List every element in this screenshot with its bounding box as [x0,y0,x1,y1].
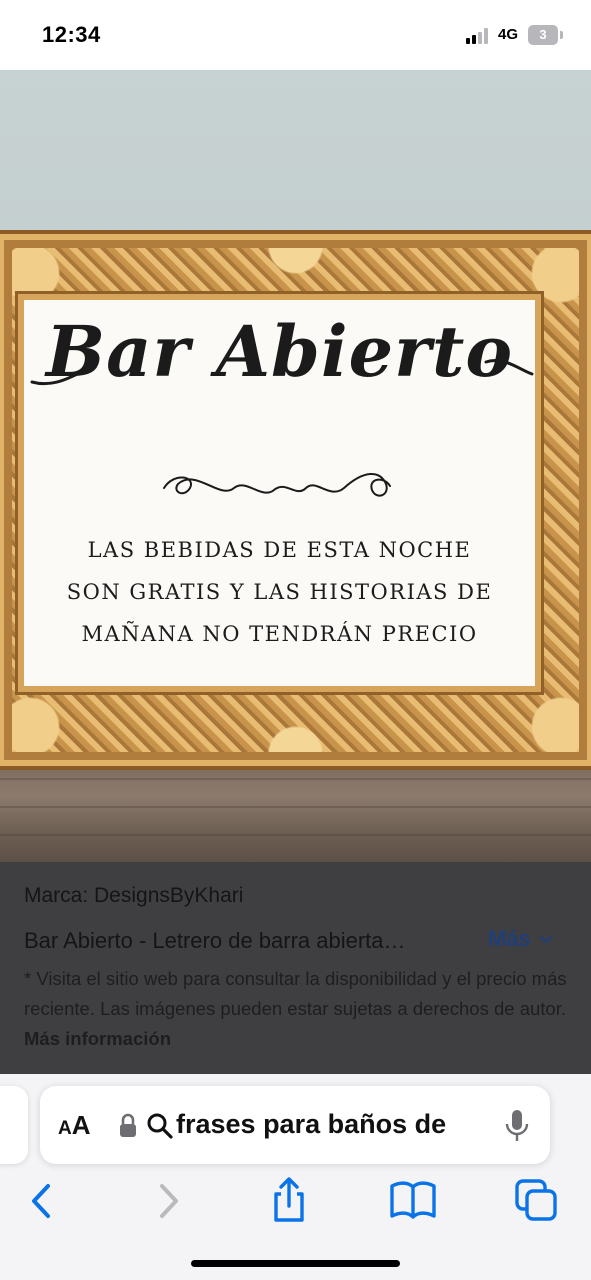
home-indicator [191,1260,400,1267]
product-title[interactable]: Bar Abierto - Letrero de barra abierta… [24,928,406,954]
previous-tab-preview[interactable] [0,1086,28,1164]
sign-line-3: MAÑANA NO TENDRÁN PRECIO [81,622,478,646]
sign-card: Bar Abierto LAS BEBIDAS DE ESTA NOCHE SO… [24,300,535,686]
wooden-table [0,760,591,862]
network-type: 4G [498,26,519,43]
disclaimer-text: * Visita el sitio web para consultar la … [24,964,572,1054]
lock-icon [120,1113,136,1137]
share-button[interactable] [262,1174,316,1228]
product-image[interactable]: Bar Abierto LAS BEBIDAS DE ESTA NOCHE SO… [0,70,591,862]
sign-line-1: LAS BEBIDAS DE ESTA NOCHE [87,538,472,562]
sign-line-2: SON GRATIS Y LAS HISTORIAS DE [66,580,493,604]
status-bar: 12:34 4G 3 [0,0,591,70]
bookmarks-button[interactable] [386,1174,440,1228]
address-bar[interactable]: AA frases para baños de [40,1086,550,1164]
status-time: 12:34 [42,22,101,47]
reader-aa-button[interactable]: AA [58,1110,91,1141]
brand-label: Marca: DesignsByKhari [24,884,244,907]
more-link[interactable]: Más [488,926,553,952]
microphone-icon[interactable] [504,1108,530,1144]
signal-icon [466,28,494,44]
table-grain [0,778,591,780]
more-label: Más [488,926,531,951]
battery-tip [560,31,563,39]
aa-small: A [58,1118,72,1139]
forward-button[interactable] [142,1174,196,1228]
chevron-down-icon [539,936,553,944]
more-info-link[interactable]: Más información [24,1028,171,1049]
battery-icon: 3 [528,25,563,45]
table-grain [0,806,591,808]
aa-large: A [71,1110,91,1140]
table-grain [0,834,591,836]
ornate-gold-frame: Bar Abierto LAS BEBIDAS DE ESTA NOCHE SO… [0,230,591,770]
battery-level: 3 [528,25,558,45]
tabs-button[interactable] [510,1174,564,1228]
address-text[interactable]: frases para baños de [176,1109,490,1140]
screen: 12:34 4G 3 Bar Abierto LAS BEBIDAS DE ES… [0,0,591,1280]
disclaimer-body: * Visita el sitio web para consultar la … [24,968,567,1019]
back-button[interactable] [14,1174,68,1228]
image-caption: Marca: DesignsByKhari Bar Abierto - Letr… [0,862,591,1074]
browser-toolbar: AA frases para baños de [0,1074,591,1280]
search-icon [147,1113,173,1139]
